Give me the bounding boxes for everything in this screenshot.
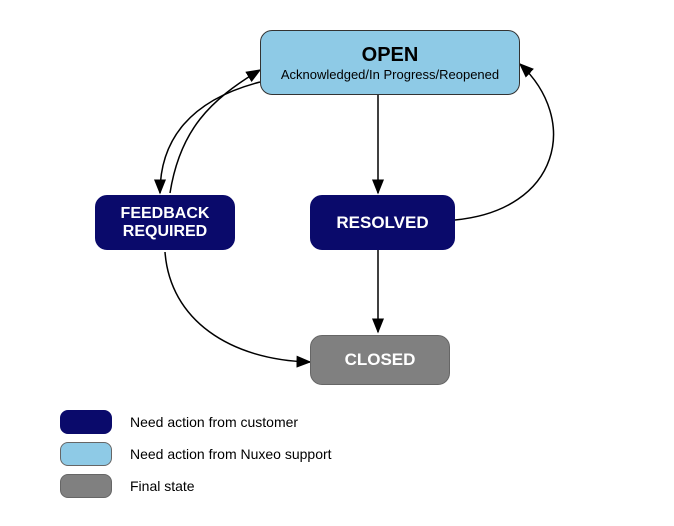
node-resolved-title: RESOLVED xyxy=(336,213,428,233)
legend-swatch-gray xyxy=(60,474,112,498)
legend: Need action from customer Need action fr… xyxy=(60,410,332,506)
legend-label-customer: Need action from customer xyxy=(130,414,298,430)
legend-label-support: Need action from Nuxeo support xyxy=(130,446,332,462)
legend-label-final: Final state xyxy=(130,478,195,494)
legend-swatch-light xyxy=(60,442,112,466)
node-closed-title: CLOSED xyxy=(345,350,416,370)
node-closed: CLOSED xyxy=(310,335,450,385)
legend-row-support: Need action from Nuxeo support xyxy=(60,442,332,466)
node-feedback-line1: FEEDBACK xyxy=(121,205,210,223)
legend-row-final: Final state xyxy=(60,474,332,498)
node-open: OPEN Acknowledged/In Progress/Reopened xyxy=(260,30,520,95)
legend-swatch-dark xyxy=(60,410,112,434)
legend-row-customer: Need action from customer xyxy=(60,410,332,434)
node-feedback-required: FEEDBACK REQUIRED xyxy=(95,195,235,250)
node-open-title: OPEN xyxy=(362,44,419,67)
node-feedback-line2: REQUIRED xyxy=(123,223,207,241)
node-resolved: RESOLVED xyxy=(310,195,455,250)
node-open-subtitle: Acknowledged/In Progress/Reopened xyxy=(281,67,499,82)
